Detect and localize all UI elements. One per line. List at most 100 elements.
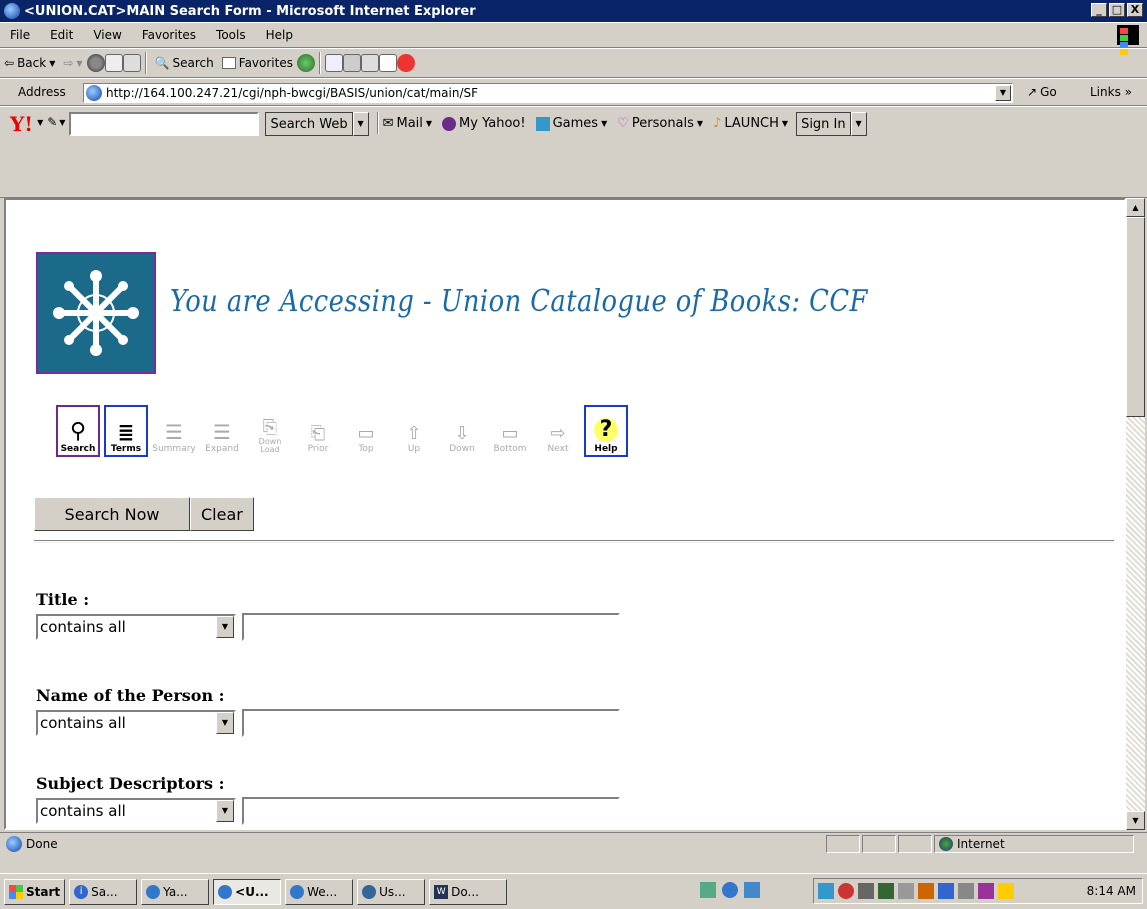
bottom-icon: ▭ — [501, 423, 519, 444]
search-web-button[interactable]: Search Web — [265, 112, 353, 136]
chevron-down-icon[interactable]: ▼ — [59, 118, 65, 127]
address-input[interactable]: http://164.100.247.21/cgi/nph-bwcgi/BASI… — [83, 83, 1013, 103]
desktop-icon[interactable] — [700, 882, 716, 898]
task-button-active[interactable]: <U... — [213, 878, 282, 905]
divider — [34, 540, 1114, 543]
forward-button[interactable]: ⇨ ▼ — [63, 56, 82, 70]
tray-icon[interactable] — [978, 883, 994, 899]
edit-icon[interactable] — [360, 54, 379, 72]
launch-button[interactable]: ♪ LAUNCH ▼ — [713, 116, 788, 131]
tool-label: Expand — [205, 444, 239, 454]
task-button[interactable]: W Do... — [429, 878, 508, 905]
search-tool-button[interactable]: ⚲ Search — [56, 405, 100, 457]
sign-in-dropdown[interactable]: ▼ — [850, 112, 867, 136]
zone-panel: Internet — [934, 835, 1134, 853]
outlook-icon[interactable] — [744, 882, 760, 898]
tray-icon[interactable] — [958, 883, 974, 899]
pencil-icon[interactable]: ✎ — [47, 115, 57, 129]
address-dropdown-button[interactable]: ▼ — [995, 85, 1011, 101]
tray-icon[interactable] — [918, 883, 934, 899]
help-tool-button[interactable]: ? Help — [584, 405, 628, 457]
menu-help[interactable]: Help — [256, 28, 303, 42]
scroll-up-button[interactable]: ▲ — [1126, 198, 1145, 217]
history-icon[interactable] — [296, 54, 315, 72]
task-button[interactable]: i Sa... — [69, 878, 138, 905]
chevron-down-icon[interactable]: ▼ — [216, 616, 234, 638]
yahoo-logo[interactable]: Y! — [10, 112, 33, 136]
vertical-scrollbar[interactable]: ▲ ▼ — [1126, 198, 1145, 830]
search-button[interactable]: 🔍 Search — [155, 56, 214, 70]
windows-logo-icon — [1117, 25, 1139, 55]
clock[interactable]: 8:14 AM — [1087, 884, 1136, 898]
my-yahoo-button[interactable]: My Yahoo! — [442, 116, 526, 131]
go-button[interactable]: ↗ Go — [1027, 85, 1057, 99]
favorites-icon — [221, 57, 236, 69]
task-button[interactable]: Ya... — [141, 878, 210, 905]
favorites-button[interactable]: Favorites — [221, 56, 293, 70]
person-mode-select[interactable]: contains all ▼ — [36, 710, 236, 736]
expand-tool-button: ☰ Expand — [200, 405, 244, 457]
search-web-dropdown[interactable]: ▼ — [352, 112, 369, 136]
sign-in-button[interactable]: Sign In — [796, 112, 851, 136]
chevron-down-icon: ▼ — [49, 58, 56, 68]
chevron-down-icon[interactable]: ▼ — [216, 800, 234, 822]
person-input[interactable] — [242, 709, 620, 737]
tray-icon[interactable] — [878, 883, 894, 899]
menu-file[interactable]: File — [0, 28, 40, 42]
next-icon: ⇨ — [550, 423, 566, 444]
tray-icon[interactable] — [818, 883, 834, 899]
tray-icon[interactable] — [858, 883, 874, 899]
scroll-down-button[interactable]: ▼ — [1126, 811, 1145, 830]
terms-tool-button[interactable]: ≣ Terms — [104, 405, 148, 457]
tray-icon[interactable] — [998, 883, 1014, 899]
chevron-down-icon[interactable]: ▼ — [37, 118, 43, 127]
chevron-down-icon[interactable]: ▼ — [216, 712, 234, 734]
yahoo-mail-button[interactable]: ✉ Mail ▼ — [383, 116, 432, 131]
task-label: Sa... — [91, 884, 118, 899]
task-button[interactable]: Us... — [357, 878, 426, 905]
title-input[interactable] — [242, 613, 620, 641]
tray-icon[interactable] — [938, 883, 954, 899]
menu-edit[interactable]: Edit — [40, 28, 83, 42]
task-button[interactable]: We... — [285, 878, 354, 905]
stop-icon[interactable] — [86, 54, 105, 72]
refresh-icon[interactable] — [104, 54, 123, 72]
print-icon[interactable] — [342, 54, 361, 72]
terms-icon: ≣ — [117, 420, 135, 444]
globe-icon — [362, 884, 377, 899]
toolbar-separator — [376, 112, 379, 134]
links-button[interactable]: Links » — [1090, 85, 1132, 99]
links-label: Links — [1090, 85, 1121, 99]
title-label: Title : — [36, 590, 90, 609]
search-now-button[interactable]: Search Now — [34, 497, 190, 531]
close-button[interactable]: X — [1127, 3, 1143, 17]
subject-input[interactable] — [242, 797, 620, 825]
ie-icon[interactable] — [722, 882, 738, 898]
download-tool-button: ⎘ Down Load — [248, 405, 292, 457]
task-label: We... — [307, 884, 338, 899]
menu-bar: File Edit View Favorites Tools Help — [0, 22, 1147, 55]
subject-mode-select[interactable]: contains all ▼ — [36, 798, 236, 824]
launch-icon: ♪ — [713, 116, 722, 131]
task-label: Us... — [379, 884, 406, 899]
personals-button[interactable]: ♡ Personals ▼ — [617, 116, 703, 131]
yahoo-search-input[interactable] — [69, 112, 260, 136]
start-button[interactable]: Start — [4, 878, 66, 905]
discuss-icon[interactable] — [378, 54, 397, 72]
back-button[interactable]: ⇦ Back ▼ — [4, 56, 55, 70]
games-button[interactable]: Games ▼ — [535, 116, 607, 131]
menu-tools[interactable]: Tools — [206, 28, 256, 42]
tray-icon[interactable] — [838, 883, 854, 899]
maximize-button[interactable]: □ — [1109, 3, 1125, 17]
minimize-button[interactable]: _ — [1091, 3, 1107, 17]
clear-button[interactable]: Clear — [190, 497, 254, 531]
tray-icon[interactable] — [898, 883, 914, 899]
scroll-thumb[interactable] — [1126, 217, 1145, 417]
menu-favorites[interactable]: Favorites — [132, 28, 206, 42]
menu-view[interactable]: View — [83, 28, 131, 42]
title-mode-select[interactable]: contains all ▼ — [36, 614, 236, 640]
home-icon[interactable] — [122, 54, 141, 72]
mail-icon[interactable] — [324, 54, 343, 72]
messenger-icon[interactable] — [396, 54, 415, 72]
tool-label: Search — [60, 444, 96, 454]
